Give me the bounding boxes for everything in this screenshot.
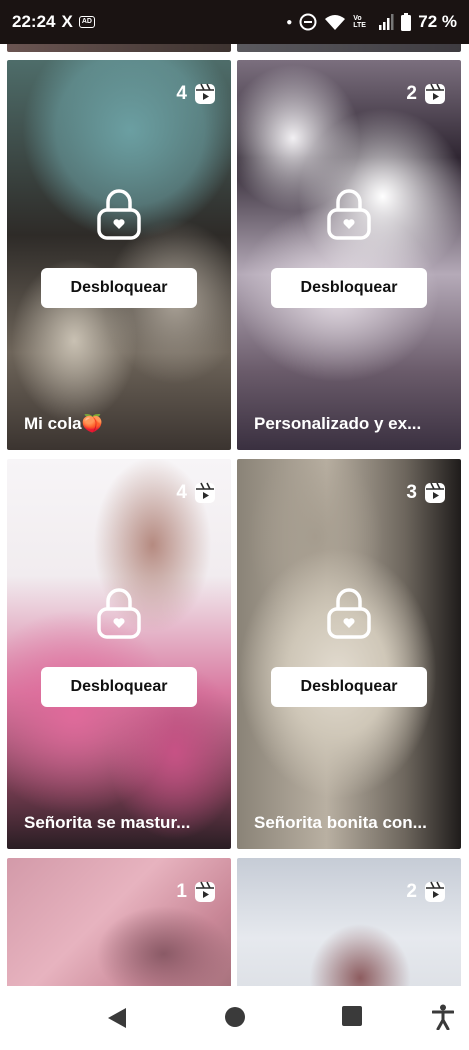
unlock-button[interactable]: Desbloquear — [271, 268, 427, 308]
lock-icon — [97, 588, 141, 639]
status-time: 22:24 — [12, 12, 56, 31]
unlock-button[interactable]: Desbloquear — [271, 667, 427, 707]
status-bar: 22:24 X AD ● Vo LTE 72 % — [0, 0, 469, 44]
blurred-preview — [237, 858, 461, 986]
post-caption: Mi cola🍑 — [24, 414, 103, 433]
unlock-button[interactable]: Desbloquear — [41, 268, 197, 308]
partial-card-left — [7, 44, 231, 52]
reels-icon — [195, 482, 215, 503]
locked-post-card[interactable]: 2 Desbloquear Personalizado y ex... — [237, 60, 461, 450]
notification-dot-icon: ● — [286, 16, 293, 28]
reels-icon — [425, 881, 445, 902]
media-count: 2 — [406, 82, 447, 106]
back-icon[interactable] — [106, 1006, 128, 1030]
x-app-icon: X — [61, 12, 73, 31]
media-count: 4 — [176, 481, 217, 505]
lock-icon — [327, 189, 371, 240]
locked-post-card[interactable]: 4 Desbloquear Señorita se mastur... — [7, 459, 231, 849]
unlock-button[interactable]: Desbloquear — [41, 667, 197, 707]
post-caption: Personalizado y ex... — [254, 414, 422, 433]
media-count: 3 — [406, 481, 447, 505]
recents-icon[interactable] — [342, 1006, 362, 1026]
battery-percent: 72 % — [418, 12, 457, 31]
ad-notification-icon: AD — [78, 16, 95, 28]
blurred-preview — [237, 60, 461, 450]
blurred-preview — [7, 459, 231, 849]
reels-icon — [425, 482, 445, 503]
signal-icon — [379, 14, 394, 30]
media-count: 1 — [176, 880, 217, 904]
volte-label: Vo LTE — [353, 15, 366, 29]
partial-card-right — [237, 44, 461, 52]
reels-icon — [195, 881, 215, 902]
locked-post-card[interactable]: 3 Desbloquear Señorita bonita con... — [237, 459, 461, 849]
post-caption: Señorita se mastur... — [24, 813, 191, 832]
media-count: 2 — [406, 880, 447, 904]
locked-content-grid: 4 Desbloquear Mi cola🍑 2 Desbloquear Per… — [0, 44, 469, 986]
accessibility-icon[interactable] — [432, 1004, 454, 1030]
media-count: 4 — [176, 82, 217, 106]
reels-icon — [425, 83, 445, 104]
locked-post-card[interactable]: 2 — [237, 858, 461, 986]
home-icon[interactable] — [224, 1006, 246, 1028]
system-navigation-bar — [0, 986, 469, 1050]
do-not-disturb-icon — [299, 13, 317, 31]
locked-post-card[interactable]: 4 Desbloquear Mi cola🍑 — [7, 60, 231, 450]
reels-icon — [195, 83, 215, 104]
blurred-preview — [7, 858, 231, 986]
peach-emoji: 🍑 — [81, 414, 103, 433]
locked-post-card[interactable]: 1 — [7, 858, 231, 986]
lock-icon — [327, 588, 371, 639]
lock-icon — [97, 189, 141, 240]
post-caption: Señorita bonita con... — [254, 813, 427, 832]
blurred-preview — [237, 459, 461, 849]
battery-icon — [401, 13, 412, 31]
wifi-icon — [325, 14, 346, 30]
blurred-preview — [7, 60, 231, 450]
